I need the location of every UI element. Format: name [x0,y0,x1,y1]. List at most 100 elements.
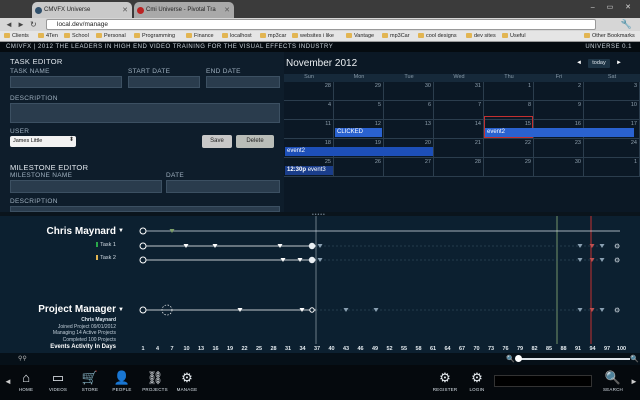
zoom-in-icon[interactable]: 🔍 [630,355,639,363]
calendar-day-cell[interactable]: 30 [534,158,584,177]
bookmark-item[interactable]: dev sites [466,33,496,39]
nav-login[interactable]: ⚙ LOGIN [462,370,492,392]
window-controls[interactable]: – ▭ ✕ [591,3,636,11]
nav-projects[interactable]: ⛓ PROJECTS [140,370,170,392]
address-bar[interactable]: local.dev/manage [46,19,596,30]
bookmark-item[interactable]: Vantage [346,33,374,39]
calendar-day-cell[interactable]: 1 [584,158,640,177]
calendar-day-cell[interactable]: 3 [584,82,640,101]
nav-home[interactable]: ⌂ HOME [11,370,41,392]
nav-search[interactable]: 🔍 SEARCH [598,370,628,392]
bookmark-item[interactable]: localhost [222,33,252,39]
user-label: USER [10,128,30,135]
calendar-day-cell[interactable]: 5 [334,101,384,120]
day-number: 1 [633,159,637,165]
task-name-input[interactable] [10,76,122,88]
task-label[interactable]: Task 1 [96,242,116,248]
calendar-day-cell[interactable]: 27 [384,158,434,177]
nav-manage[interactable]: ⚙ MANAGE [172,370,202,392]
end-date-input[interactable] [206,76,280,88]
calendar-day-cell[interactable]: 21 [434,139,484,158]
calendar-day-cell[interactable]: 26 [334,158,384,177]
day-number: 9 [577,102,581,108]
calendar-day-cell[interactable]: 9 [534,101,584,120]
calendar-day-cell[interactable]: 14 [434,120,484,139]
close-tab-icon[interactable]: ✕ [224,6,230,14]
zoom-out-icon[interactable]: 🔍 [506,355,515,363]
event-2-week3[interactable]: event2 [485,128,634,137]
nav-register[interactable]: ⚙ REGISTER [430,370,460,392]
task-label[interactable]: Task 2 [96,255,116,261]
app-header: CMIVFX | 2012 THE LEADERS IN HIGH END VI… [0,42,640,52]
milestone-date-input[interactable] [166,180,280,193]
collapse-caret-icon[interactable]: ▼ [118,228,124,234]
event-3[interactable]: 12:30p event3 [285,166,333,175]
start-date-input[interactable] [128,76,200,88]
people-toggle-icon[interactable]: ⚲⚲ [18,355,27,362]
bookmark-item[interactable]: Clients [4,33,29,39]
description-input[interactable] [10,103,280,123]
calendar-day-cell[interactable]: 24 [584,139,640,158]
calendar-day-cell[interactable]: 28 [434,158,484,177]
bookmark-item[interactable]: Programming [134,33,175,39]
calendar-day-cell[interactable]: 13 [384,120,434,139]
other-bookmarks[interactable]: Other Bookmarks [584,33,635,39]
person-name[interactable]: Chris Maynard [47,226,116,237]
next-month-icon[interactable]: ► [616,60,622,66]
calendar-day-cell[interactable]: 29 [334,82,384,101]
calendar-day-cell[interactable]: 31 [434,82,484,101]
wrench-icon[interactable]: 🔧 [621,19,632,30]
prev-month-icon[interactable]: ◄ [576,60,582,66]
browser-tab-cmvfx[interactable]: CMVFX Universe ✕ [32,2,132,18]
nav-right-arrow-icon[interactable]: ► [630,377,638,386]
track-end-marker [308,242,316,250]
search-input[interactable] [494,375,592,387]
bookmark-item[interactable]: mp3car [260,33,286,39]
calendar-day-cell[interactable]: 11 [284,120,334,139]
save-button[interactable]: Save [202,135,232,148]
day-tick-label: 70 [473,346,479,352]
folder-icon [292,33,298,38]
bookmark-item[interactable]: cool designs [418,33,457,39]
zoom-slider-handle[interactable] [515,355,522,362]
zoom-slider-track[interactable] [518,358,630,360]
bookmark-item[interactable]: Useful [502,33,526,39]
bookmark-item[interactable]: 4Ten [38,33,58,39]
reload-icon[interactable]: ↻ [30,20,37,29]
day-tick-label: 10 [183,346,189,352]
collapse-caret-icon[interactable]: ▼ [118,307,124,313]
bookmark-item[interactable]: Finance [186,33,214,39]
day-tick-label: 67 [459,346,465,352]
bookmark-item[interactable]: Personal [96,33,126,39]
nav-videos[interactable]: ▭ VIDEOS [43,370,73,392]
calendar-day-cell[interactable]: 29 [484,158,534,177]
calendar-day-cell[interactable]: 28 [284,82,334,101]
forward-icon[interactable]: ► [17,20,25,29]
calendar-day-cell[interactable]: 22 [484,139,534,158]
delete-button[interactable]: Delete [236,135,274,148]
folder-icon [134,33,140,38]
calendar-day-cell[interactable]: 10 [584,101,640,120]
nav-people[interactable]: 👤 PEOPLE [107,370,137,392]
calendar-day-cell[interactable]: 23 [534,139,584,158]
calendar-day-cell[interactable]: 30 [384,82,434,101]
calendar-day-cell[interactable]: 7 [434,101,484,120]
bookmark-item[interactable]: School [64,33,89,39]
calendar-day-cell[interactable]: 6 [384,101,434,120]
calendar-day-cell[interactable]: 1 [484,82,534,101]
back-icon[interactable]: ◄ [5,20,13,29]
milestone-name-input[interactable] [10,180,162,193]
bookmark-item[interactable]: mp3Car [382,33,410,39]
calendar-day-cell[interactable]: 4 [284,101,334,120]
milestone-editor-title: MILESTONE EDITOR [10,163,89,172]
browser-tab-pivotal[interactable]: Cmi Universe - Pivotal Tra ✕ [134,2,234,18]
user-select[interactable]: James Little ⬍ [10,136,76,147]
calendar-day-cell[interactable]: 2 [534,82,584,101]
person-name[interactable]: Project Manager [38,304,116,315]
bookmark-item[interactable]: websites i like [292,33,334,39]
event-clicked[interactable]: CLICKED [335,128,382,137]
today-button[interactable]: today [588,59,610,68]
nav-store[interactable]: 🛒 STORE [75,370,105,392]
event-2-week4[interactable]: event2 [285,147,433,156]
close-tab-icon[interactable]: ✕ [122,6,128,14]
